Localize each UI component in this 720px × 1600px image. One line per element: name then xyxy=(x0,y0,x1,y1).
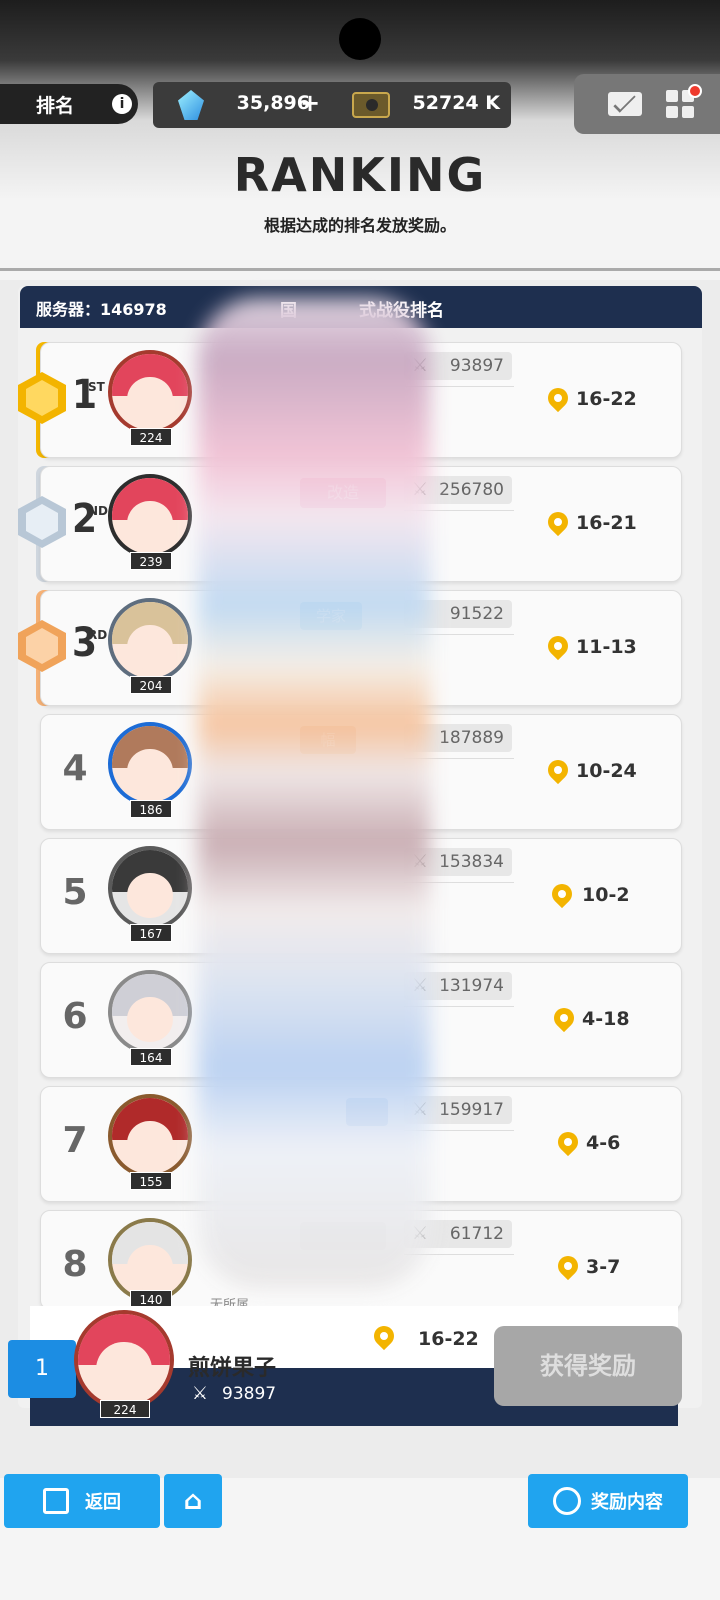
rank-suffix: RD xyxy=(88,628,108,642)
avatar[interactable] xyxy=(108,722,192,806)
ticket-value: 52724 K xyxy=(412,92,500,114)
ticket-icon xyxy=(352,92,390,118)
avatar[interactable] xyxy=(108,598,192,682)
rank-number: 8 xyxy=(62,1244,88,1285)
rank-number: 2 xyxy=(72,496,98,542)
gem-value: 35,896 xyxy=(236,92,310,114)
self-stage: 16-22 xyxy=(418,1328,479,1350)
top-right-panel xyxy=(574,74,720,134)
ranking-banner-subtitle: 根据达成的排名发放奖励。 xyxy=(263,216,456,235)
reward-content-label: 奖励内容 xyxy=(591,1492,663,1513)
avatar[interactable] xyxy=(108,846,192,930)
level-badge: 239 xyxy=(130,552,172,570)
notification-badge xyxy=(688,84,702,98)
stage-value: 16-21 xyxy=(576,512,637,534)
rank-suffix: ST xyxy=(88,380,105,394)
power-value: 153834 xyxy=(439,852,504,872)
power-value: 93897 xyxy=(449,356,504,376)
server-label: 服务器：146978 xyxy=(36,300,167,319)
level-badge: 155 xyxy=(130,1172,172,1190)
back-button-label: 返回 xyxy=(85,1492,121,1513)
stage-value: 3-7 xyxy=(586,1256,621,1278)
power-value: 159917 xyxy=(439,1100,504,1120)
level-badge: 204 xyxy=(130,676,172,694)
stage-value: 4-18 xyxy=(582,1008,630,1030)
page-title-text: 排名 xyxy=(36,94,75,117)
level-badge: 224 xyxy=(130,428,172,446)
rank-suffix: ND xyxy=(88,504,109,518)
stage-value: 10-24 xyxy=(576,760,637,782)
medal-icon xyxy=(553,1487,581,1515)
rank-number: 3 xyxy=(72,620,98,666)
rank-number: 1 xyxy=(72,372,98,418)
header-divider xyxy=(0,268,720,271)
privacy-blur xyxy=(198,298,430,1288)
self-rank-number: 1 xyxy=(8,1340,76,1398)
stage-value: 4-6 xyxy=(586,1132,621,1154)
stage-value: 16-22 xyxy=(576,388,637,410)
add-gem-icon[interactable]: + xyxy=(300,89,320,117)
camera-cutout xyxy=(339,18,381,60)
self-level-badge: 224 xyxy=(100,1400,150,1418)
self-avatar[interactable] xyxy=(74,1310,174,1410)
rank-number: 5 xyxy=(62,872,88,913)
exit-icon xyxy=(43,1488,69,1514)
avatar[interactable] xyxy=(108,350,192,434)
mail-icon[interactable] xyxy=(608,92,642,116)
back-button[interactable]: 返回 xyxy=(4,1474,160,1528)
self-name: 煎饼果子 xyxy=(188,1356,277,1381)
rank-number: 7 xyxy=(62,1120,88,1161)
level-badge: 167 xyxy=(130,924,172,942)
avatar[interactable] xyxy=(108,474,192,558)
power-value: 131974 xyxy=(439,976,504,996)
power-value: 91522 xyxy=(449,604,504,624)
reward-content-button[interactable]: 奖励内容 xyxy=(528,1474,688,1528)
level-badge: 186 xyxy=(130,800,172,818)
ranking-banner-title: RANKING xyxy=(233,148,487,202)
avatar[interactable] xyxy=(108,970,192,1054)
crossed-swords-icon: ⚔ xyxy=(191,1383,209,1404)
avatar[interactable] xyxy=(108,1094,192,1178)
info-icon[interactable]: i xyxy=(112,94,132,114)
home-button[interactable]: ⌂ xyxy=(164,1474,222,1528)
claim-reward-button[interactable]: 获得奖励 xyxy=(494,1326,682,1406)
power-value: 187889 xyxy=(439,728,504,748)
power-value: 61712 xyxy=(449,1224,504,1244)
rank-number: 4 xyxy=(62,748,88,789)
stage-value: 10-2 xyxy=(582,884,630,906)
self-power: 93897 xyxy=(222,1384,277,1404)
level-badge: 164 xyxy=(130,1048,172,1066)
home-icon: ⌂ xyxy=(183,1486,203,1516)
stage-value: 11-13 xyxy=(576,636,637,658)
rank-number: 6 xyxy=(62,996,88,1037)
power-value: 256780 xyxy=(439,480,504,500)
